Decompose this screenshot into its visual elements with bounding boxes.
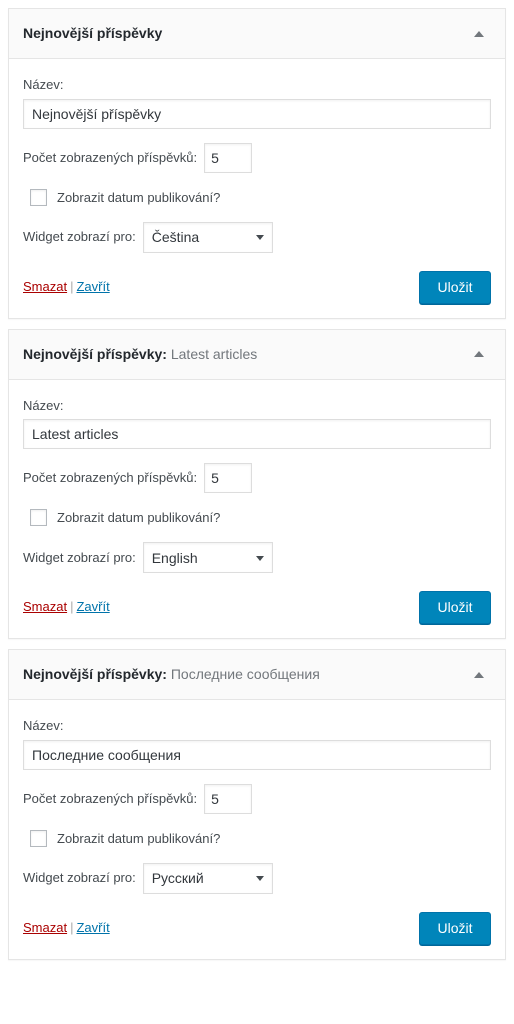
widget-action-links: Smazat | Zavřít — [23, 278, 419, 296]
caret-up-icon — [474, 351, 484, 357]
language-field-block: Widget zobrazí pro: Čeština — [23, 221, 491, 253]
widget-title-input[interactable] — [23, 739, 491, 770]
language-label: Widget zobrazí pro: — [23, 229, 136, 245]
widget-base-name: Nejnovější příspěvky — [23, 25, 163, 42]
widget-actions: Smazat | Zavřít Uložit — [23, 589, 491, 624]
show-date-row: Zobrazit datum publikování? — [23, 188, 491, 206]
show-date-label[interactable]: Zobrazit datum publikování? — [57, 510, 220, 525]
widget-header[interactable]: Nejnovější příspěvky: Latest articles — [9, 329, 505, 380]
count-field-block: Počet zobrazených příspěvků: — [23, 783, 491, 814]
show-date-row: Zobrazit datum publikování? — [23, 829, 491, 847]
widget-body: Název: Počet zobrazených příspěvků: Zobr… — [9, 700, 505, 959]
language-select[interactable]: English — [142, 542, 273, 573]
title-field-block: Název: — [23, 75, 491, 129]
language-field-block: Widget zobrazí pro: English — [23, 542, 491, 573]
language-label: Widget zobrazí pro: — [23, 549, 136, 565]
show-date-checkbox[interactable] — [30, 829, 47, 847]
count-field-block: Počet zobrazených příspěvků: — [23, 142, 491, 173]
post-count-input[interactable] — [204, 142, 253, 173]
count-label: Počet zobrazených příspěvků: — [23, 790, 198, 806]
post-count-input[interactable] — [204, 463, 253, 493]
save-button[interactable]: Uložit — [419, 911, 491, 945]
title-label: Název: — [23, 397, 64, 413]
title-label: Název: — [23, 718, 64, 733]
language-select[interactable]: Русский — [142, 862, 273, 894]
widget-body: Název: Počet zobrazených příspěvků: Zobr… — [9, 380, 505, 639]
language-label: Widget zobrazí pro: — [23, 870, 136, 886]
widget-collapse-toggle[interactable] — [466, 662, 492, 688]
widget-title-separator: : — [162, 666, 167, 683]
count-label: Počet zobrazených příspěvků: — [23, 470, 198, 486]
widget-base-name: Nejnovější příspěvky — [23, 345, 163, 362]
widgets-list: Nejnovější příspěvky Název: Počet zobraz… — [0, 0, 514, 960]
show-date-checkbox[interactable] — [30, 509, 47, 526]
save-button[interactable]: Uložit — [419, 591, 491, 624]
widget-panel: Nejnovější příspěvky Název: Počet zobraz… — [8, 8, 506, 319]
close-widget-link[interactable]: Zavřít — [76, 279, 109, 294]
widget-actions: Smazat | Zavřít Uložit — [23, 269, 491, 304]
delete-widget-link[interactable]: Smazat — [23, 920, 67, 935]
widget-title-input[interactable] — [23, 419, 491, 449]
count-label: Počet zobrazených příspěvků: — [23, 149, 198, 165]
widget-instance-name: Последние сообщения — [170, 666, 320, 683]
widget-actions: Smazat | Zavřít Uložit — [23, 910, 491, 945]
title-field-block: Název: — [23, 716, 491, 770]
widget-body: Název: Počet zobrazených příspěvků: Zobr… — [9, 59, 505, 318]
widget-title-input[interactable] — [23, 98, 491, 129]
widget-collapse-toggle[interactable] — [466, 341, 492, 367]
widget-header[interactable]: Nejnovější příspěvky: Последние сообщени… — [9, 650, 505, 700]
language-select-wrapper: English — [142, 542, 273, 573]
caret-up-icon — [474, 30, 484, 37]
language-field-block: Widget zobrazí pro: Русский — [23, 862, 491, 894]
delete-widget-link[interactable]: Smazat — [23, 279, 67, 294]
show-date-label[interactable]: Zobrazit datum publikování? — [57, 190, 220, 205]
language-select-wrapper: Čeština — [142, 221, 273, 253]
widget-panel: Nejnovější příspěvky: Последние сообщени… — [8, 649, 506, 960]
widget-instance-name: Latest articles — [170, 345, 258, 362]
widget-action-links: Smazat | Zavřít — [23, 919, 419, 937]
close-widget-link[interactable]: Zavřít — [76, 920, 109, 935]
close-widget-link[interactable]: Zavřít — [76, 599, 109, 614]
widget-header[interactable]: Nejnovější příspěvky — [9, 9, 505, 59]
save-button[interactable]: Uložit — [419, 270, 491, 304]
caret-up-icon — [474, 671, 484, 678]
count-field-block: Počet zobrazených příspěvků: — [23, 463, 491, 493]
widget-title: Nejnovější příspěvky: Latest articles — [23, 345, 466, 363]
show-date-checkbox[interactable] — [30, 188, 47, 206]
widget-title: Nejnovější příspěvky — [23, 24, 466, 42]
widget-action-links: Smazat | Zavřít — [23, 598, 419, 616]
language-select-wrapper: Русский — [142, 862, 273, 894]
widget-panel: Nejnovější příspěvky: Latest articles Ná… — [8, 328, 506, 639]
language-select[interactable]: Čeština — [142, 221, 273, 253]
widget-collapse-toggle[interactable] — [466, 21, 492, 47]
show-date-row: Zobrazit datum publikování? — [23, 509, 491, 526]
widget-title-separator: : — [162, 345, 167, 362]
delete-widget-link[interactable]: Smazat — [23, 599, 67, 614]
title-label: Název: — [23, 77, 64, 92]
post-count-input[interactable] — [204, 783, 253, 814]
show-date-label[interactable]: Zobrazit datum publikování? — [57, 831, 220, 846]
widget-title: Nejnovější příspěvky: Последние сообщени… — [23, 665, 466, 683]
title-field-block: Název: — [23, 396, 491, 449]
widget-base-name: Nejnovější příspěvky — [23, 666, 163, 683]
